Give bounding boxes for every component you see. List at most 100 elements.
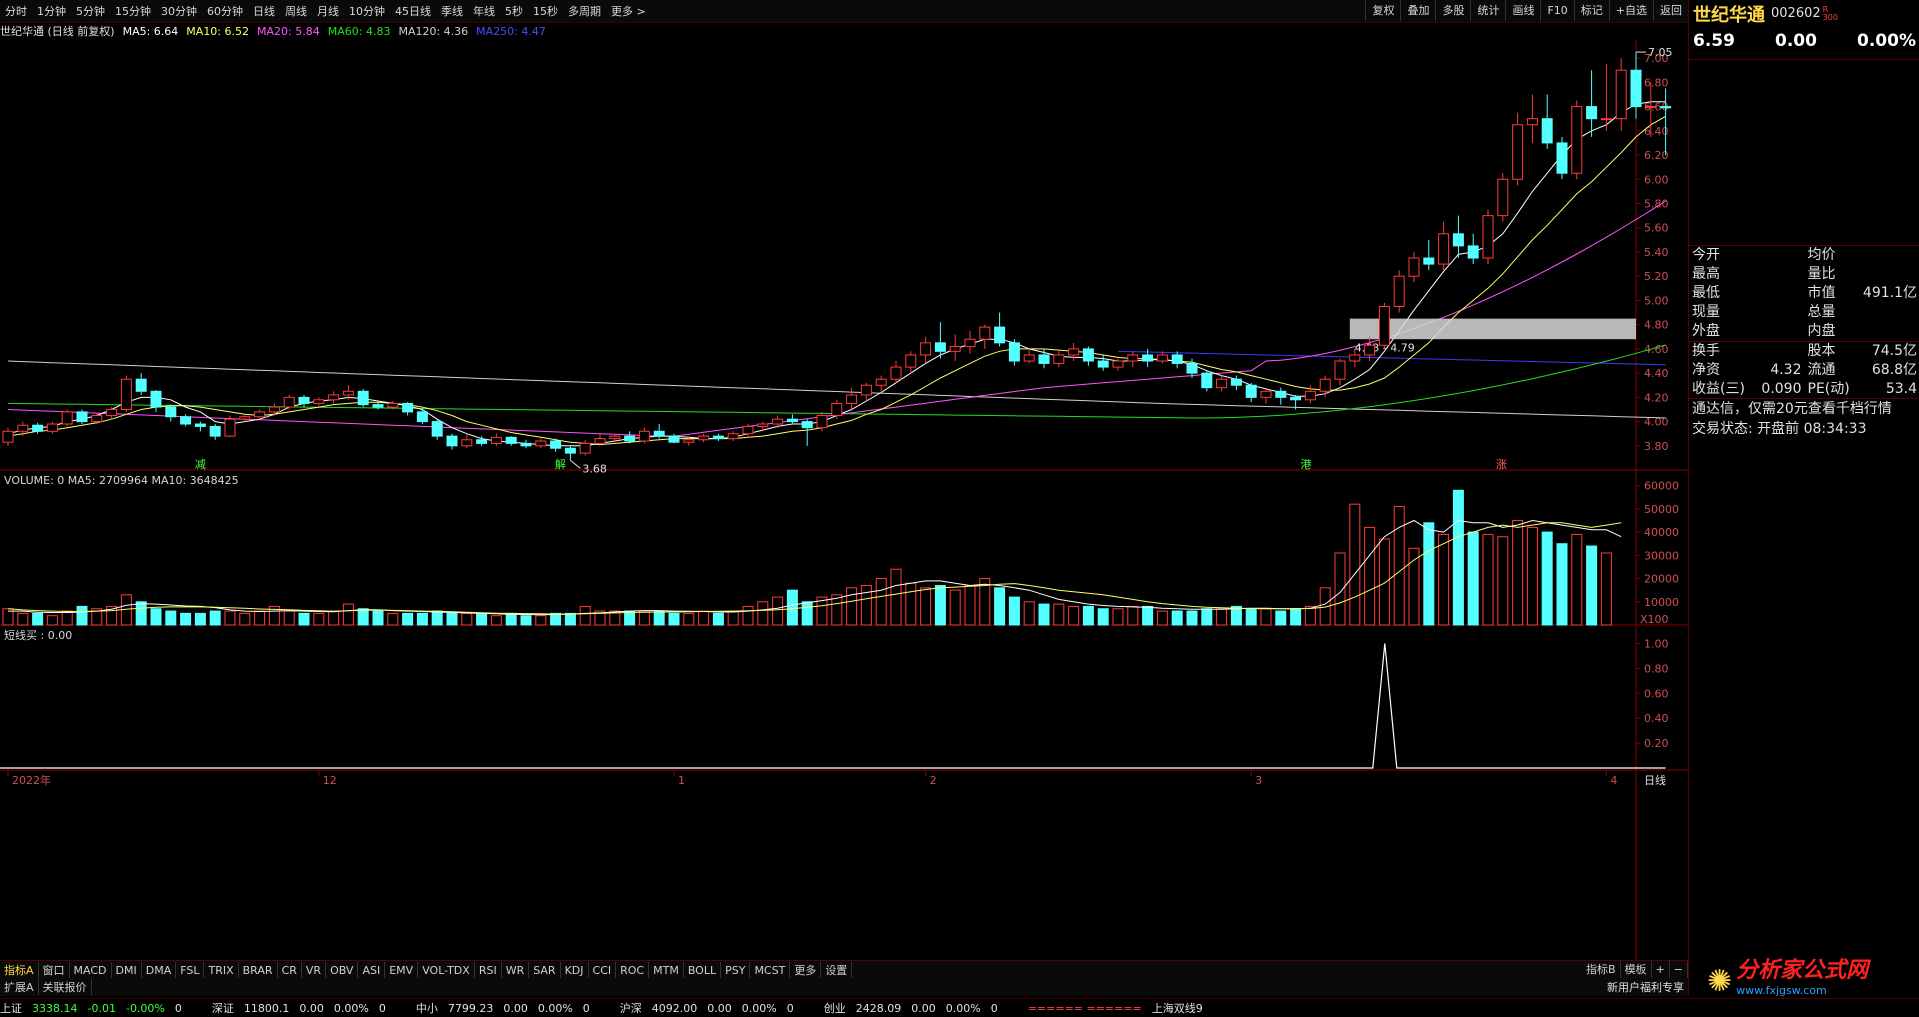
candle-body	[905, 354, 917, 368]
toolbar-button-4[interactable]: 画线	[1505, 0, 1540, 21]
indicator-tab-4[interactable]: DMA	[142, 961, 177, 979]
volume-bar	[298, 612, 310, 626]
extension-tab-0[interactable]: 扩展A	[0, 979, 39, 995]
event-marker-3[interactable]: 涨	[1496, 458, 1507, 471]
indicator-tab-7[interactable]: BRAR	[239, 961, 278, 979]
volume-bar	[180, 612, 192, 626]
candle-body	[17, 424, 29, 432]
volume-bar	[550, 612, 562, 626]
candle-body	[1142, 354, 1154, 362]
indicator-tab-12[interactable]: EMV	[385, 961, 419, 979]
volume-bar	[1482, 533, 1494, 626]
period-tab-4[interactable]: 30分钟	[156, 5, 202, 18]
volume-bar	[416, 612, 428, 626]
candle-body	[505, 436, 517, 444]
period-tab-1[interactable]: 1分钟	[32, 5, 71, 18]
event-marker-1[interactable]: 解	[555, 457, 566, 471]
indicator-tab-0[interactable]: 指标A	[0, 961, 39, 979]
indicator-tab-9[interactable]: VR	[302, 961, 327, 979]
indicator-tab-25[interactable]: 设置	[821, 961, 853, 979]
indicator-tab-23[interactable]: MCST	[750, 961, 791, 979]
indicator-tab-18[interactable]: CCI	[589, 961, 617, 979]
candle-body	[638, 430, 650, 442]
volume-bar	[1571, 533, 1583, 626]
indicator-tab-3[interactable]: DMI	[112, 961, 142, 979]
indicator-tab-13[interactable]: VOL-TDX	[418, 961, 475, 979]
period-tab-5[interactable]: 60分钟	[202, 5, 248, 18]
price-tick-label: 4.80	[1644, 319, 1669, 332]
sz-label[interactable]: 深证	[212, 1000, 234, 1016]
sh-label[interactable]: 上证	[0, 1000, 22, 1016]
stat-label: 现量	[1692, 304, 1720, 320]
candle-body	[1230, 378, 1242, 386]
zx-pct: 0.00%	[537, 1001, 573, 1015]
indicator-right-tab-2[interactable]: +	[1652, 961, 1670, 978]
toolbar-button-0[interactable]: 复权	[1365, 0, 1400, 21]
volume-bar	[283, 610, 295, 626]
period-tab-6[interactable]: 日线	[248, 5, 280, 18]
period-tab-11[interactable]: 季线	[436, 5, 468, 18]
volume-bar	[801, 601, 813, 626]
indicator-tab-15[interactable]: WR	[502, 961, 530, 979]
indicator-tab-19[interactable]: ROC	[616, 961, 650, 979]
period-tab-15[interactable]: 多周期	[563, 5, 606, 18]
toolbar-button-8[interactable]: 返回	[1653, 0, 1688, 21]
toolbar-button-7[interactable]: +自选	[1608, 0, 1653, 21]
indicator-tab-21[interactable]: BOLL	[684, 961, 722, 979]
new-user-link[interactable]: 新用户福利专享	[1603, 979, 1688, 995]
toolbar-button-2[interactable]: 多股	[1435, 0, 1470, 21]
volume-bar	[1512, 519, 1524, 626]
indicator-right-tab-1[interactable]: 模板	[1621, 961, 1652, 978]
period-tab-13[interactable]: 5秒	[500, 5, 528, 18]
period-tab-14[interactable]: 15秒	[528, 5, 563, 18]
period-tab-7[interactable]: 周线	[280, 5, 312, 18]
candle-body	[1645, 106, 1657, 109]
indicator-tab-8[interactable]: CR	[278, 961, 302, 979]
indicator-tab-22[interactable]: PSY	[721, 961, 751, 979]
event-marker-0[interactable]: 减	[195, 458, 206, 471]
chart-area[interactable]: 7.00 6.80 6.60 6.40 6.20 6.00 5.80 5.60 5.40 5.20…	[0, 40, 1688, 960]
kline-chart-svg[interactable]: 7.006.806.606.406.206.005.805.605.405.20…	[0, 40, 1688, 960]
ma5-value: MA5: 6.64	[122, 24, 179, 38]
period-tab-12[interactable]: 年线	[468, 5, 500, 18]
indicator-right-tab-0[interactable]: 指标B	[1582, 961, 1621, 978]
indicator-tab-17[interactable]: KDJ	[561, 961, 589, 979]
toolbar-button-5[interactable]: F10	[1540, 0, 1573, 21]
toolbar-button-3[interactable]: 统计	[1470, 0, 1505, 21]
indicator-tab-6[interactable]: TRIX	[204, 961, 239, 979]
stat-value: 74.5亿	[1871, 343, 1917, 359]
period-tab-8[interactable]: 月线	[312, 5, 344, 18]
period-tab-2[interactable]: 5分钟	[71, 5, 110, 18]
indicator-tab-11[interactable]: ASI	[358, 961, 386, 979]
upgrade-notice[interactable]: 通达信，仅需20元查看千档行情	[1689, 398, 1919, 419]
volume-bar	[579, 605, 591, 626]
extension-tab-1[interactable]: 关联报价	[39, 979, 92, 995]
indicator-tab-24[interactable]: 更多	[790, 961, 822, 979]
indicator-tab-5[interactable]: FSL	[176, 961, 205, 979]
period-tag[interactable]: 日线	[1644, 773, 1666, 787]
period-tab-3[interactable]: 15分钟	[110, 5, 156, 18]
cy-label[interactable]: 创业	[824, 1000, 846, 1016]
period-tab-16[interactable]: 更多 >	[606, 5, 651, 18]
candle-body	[1630, 69, 1642, 108]
period-tab-9[interactable]: 10分钟	[344, 5, 390, 18]
candle-body	[1541, 118, 1553, 144]
volume-bar	[1334, 552, 1346, 626]
indicator-tab-1[interactable]: 窗口	[39, 961, 70, 979]
period-tab-10[interactable]: 45日线	[390, 5, 436, 18]
hs-label[interactable]: 沪深	[620, 1000, 642, 1016]
candle-body	[46, 423, 58, 432]
indicator-tab-2[interactable]: MACD	[70, 961, 112, 979]
indicator-tab-14[interactable]: RSI	[475, 961, 502, 979]
indicator-right-tab-3[interactable]: −	[1670, 961, 1688, 978]
period-tab-0[interactable]: 分时	[0, 5, 32, 18]
indicator-tab-16[interactable]: SAR	[529, 961, 561, 979]
toolbar-button-1[interactable]: 叠加	[1400, 0, 1435, 21]
zx-label[interactable]: 中小	[416, 1000, 438, 1016]
stat-value	[1747, 303, 1805, 322]
indicator-tab-20[interactable]: MTM	[649, 961, 684, 979]
event-marker-2[interactable]: 港	[1301, 458, 1312, 471]
stat-label: 收益(三)	[1692, 381, 1745, 397]
toolbar-button-6[interactable]: 标记	[1573, 0, 1609, 21]
indicator-tab-10[interactable]: OBV	[326, 961, 359, 979]
